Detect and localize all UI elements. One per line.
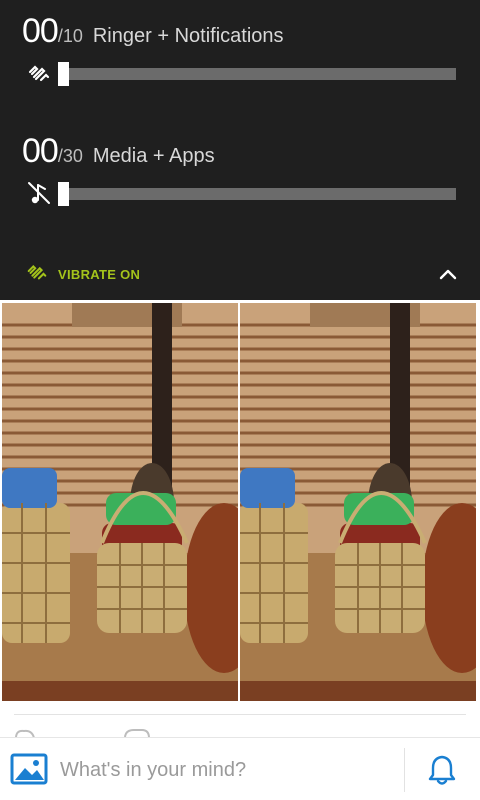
ringer-volume-value: 00 [22,12,59,50]
media-volume-header: 00/30 Media + Apps [22,132,215,171]
photo-thumbnail[interactable] [2,303,238,701]
volume-panel: 00/10 Ringer + Notifications 00/30 Media +… [0,0,480,300]
media-volume-value: 00 [22,132,59,170]
ringer-volume-header: 00/10 Ringer + Notifications [22,12,284,51]
media-volume-max: /30 [57,146,83,166]
photo-grid [0,303,480,703]
vibrate-label: VIBRATE ON [58,267,141,282]
media-volume-row: 00/30 Media + Apps [0,120,480,230]
ringer-volume-slider[interactable] [58,62,456,86]
vibrate-toggle[interactable]: VIBRATE ON [0,256,480,292]
music-muted-icon[interactable] [26,180,52,206]
ringer-volume-max: /10 [57,26,83,46]
ringer-volume-thumb[interactable] [58,62,69,86]
ringer-volume-label: Ringer + Notifications [92,25,284,47]
photo-thumbnail[interactable] [240,303,476,701]
photo-image [2,303,238,701]
status-input[interactable] [60,752,390,788]
status-composer [0,737,480,800]
vibrate-icon[interactable] [26,60,52,86]
image-icon[interactable] [10,753,48,785]
ringer-volume-row: 00/10 Ringer + Notifications [0,0,480,110]
post-divider [14,714,466,715]
photo-image [240,303,476,701]
media-volume-label: Media + Apps [92,145,215,167]
bell-icon[interactable] [424,752,460,788]
media-volume-slider[interactable] [58,182,456,206]
media-volume-thumb[interactable] [58,182,69,206]
chevron-up-icon[interactable] [434,260,462,288]
vibrate-icon [27,265,47,280]
composer-separator [404,748,405,792]
